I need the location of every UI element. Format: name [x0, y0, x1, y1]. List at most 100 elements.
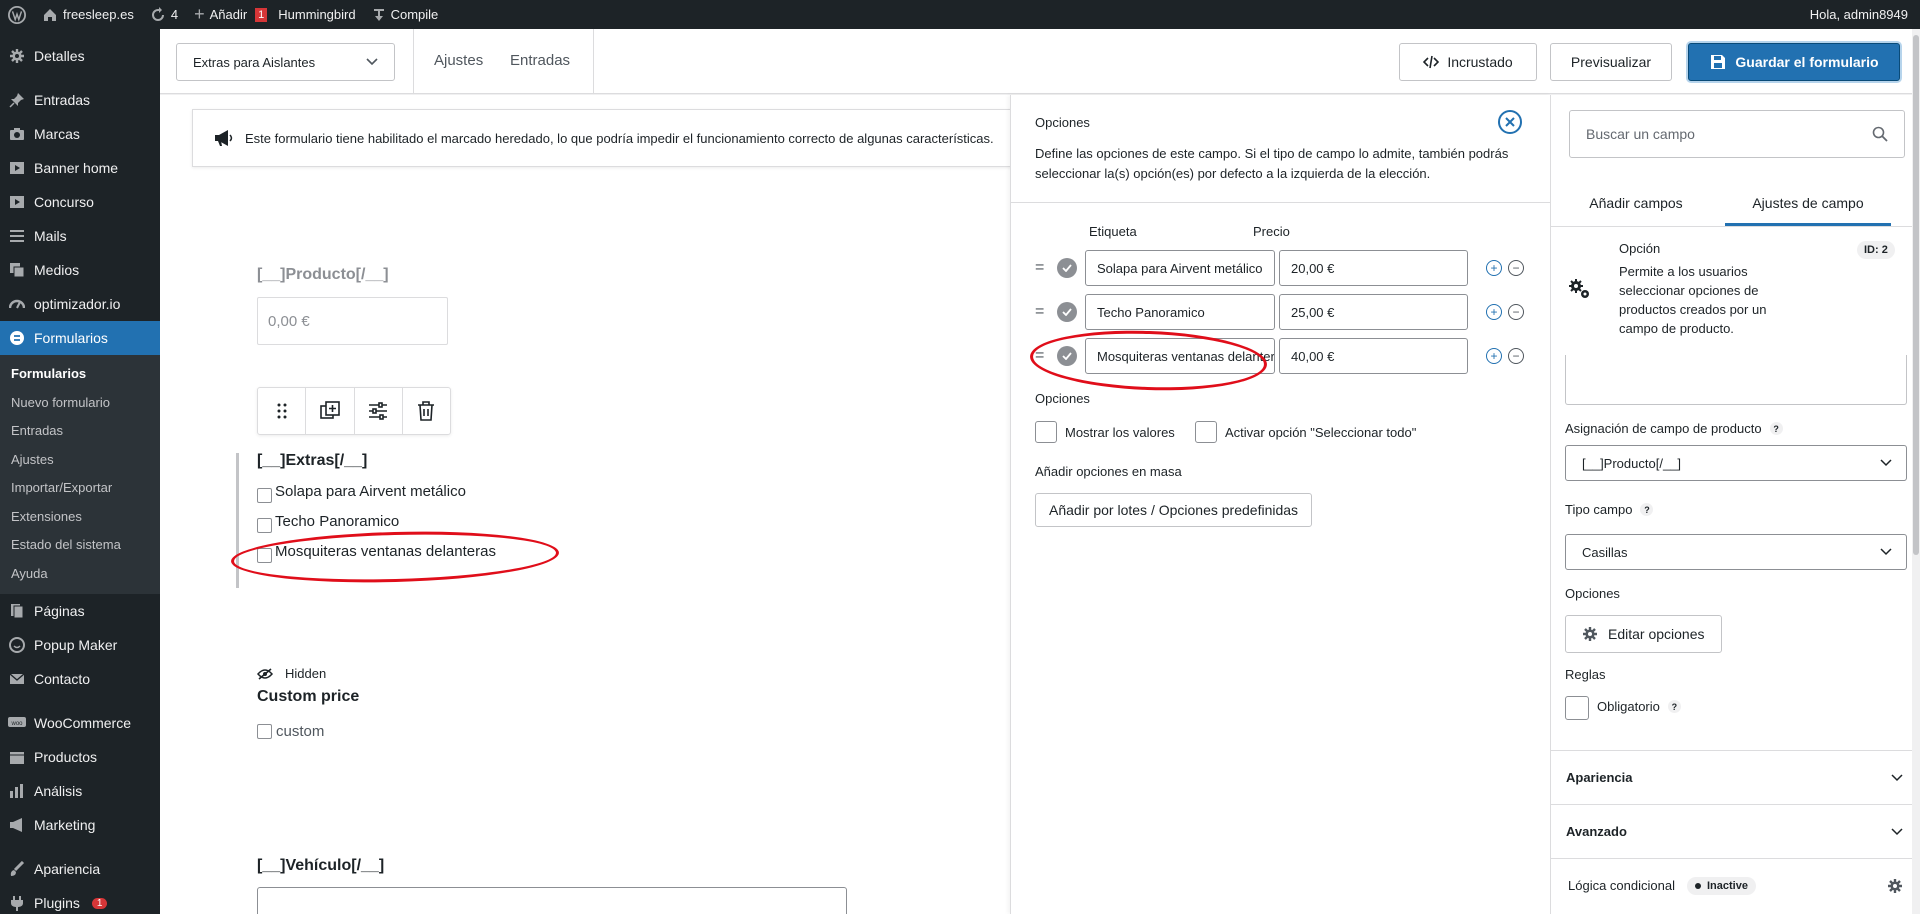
sidebar-item-optimizador-io[interactable]: optimizador.io: [0, 287, 160, 321]
submenu-item[interactable]: Ajustes: [0, 446, 160, 475]
extras-option-1[interactable]: Solapa para Airvent metálico: [257, 480, 466, 503]
sidebar-item-concurso[interactable]: Concurso: [0, 185, 160, 219]
appearance-accordion[interactable]: Apariencia: [1551, 750, 1920, 804]
show-values-label: Mostrar los valores: [1065, 424, 1175, 440]
submenu-item[interactable]: Estado del sistema: [0, 531, 160, 560]
close-button[interactable]: [1498, 110, 1522, 134]
advanced-accordion[interactable]: Avanzado: [1551, 804, 1920, 858]
option-price-input[interactable]: 25,00 €: [1279, 294, 1468, 330]
default-toggle[interactable]: [1057, 258, 1077, 278]
sidebar-item-label: Análisis: [34, 783, 83, 799]
sidebar-item-medios[interactable]: Medios: [0, 253, 160, 287]
checkbox[interactable]: [1035, 421, 1057, 443]
field-type-select[interactable]: Casillas: [1565, 534, 1907, 570]
submenu-item[interactable]: Importar/Exportar: [0, 474, 160, 503]
sidebar-item-entradas[interactable]: Entradas: [0, 83, 160, 117]
sidebar-item-contacto[interactable]: Contacto: [0, 662, 160, 696]
help-icon[interactable]: ?: [1667, 700, 1681, 713]
form-topbar: Extras para Aislantes Ajustes Entradas I…: [160, 29, 1920, 94]
compile-link[interactable]: Compile: [364, 0, 447, 29]
sidebar-item-plugins[interactable]: Plugins 1: [0, 886, 160, 914]
checkbox[interactable]: [257, 488, 272, 503]
eye-slash-icon: [257, 667, 273, 680]
help-icon[interactable]: ?: [1640, 503, 1654, 516]
notice-text: Este formulario tiene habilitado el marc…: [245, 130, 994, 146]
update-badge: 1: [91, 897, 108, 909]
sidebar-item-banner-home[interactable]: Banner home: [0, 151, 160, 185]
show-values-toggle[interactable]: Mostrar los valores: [1035, 421, 1175, 443]
edit-options-button[interactable]: Editar opciones: [1565, 615, 1722, 653]
save-form-button[interactable]: Guardar el formulario: [1688, 43, 1900, 81]
option-price-input[interactable]: 40,00 €: [1279, 338, 1468, 374]
product-price-input[interactable]: 0,00 €: [257, 297, 448, 345]
rules-label: Reglas: [1565, 667, 1606, 682]
site-link[interactable]: freesleep.es: [34, 0, 142, 29]
remove-option-icon[interactable]: −: [1508, 304, 1524, 320]
remove-option-icon[interactable]: −: [1508, 260, 1524, 276]
embed-button[interactable]: Incrustado: [1399, 43, 1537, 81]
tab-entries[interactable]: Entradas: [510, 52, 570, 69]
sidebar-item-mails[interactable]: Mails: [0, 219, 160, 253]
submenu-item[interactable]: Formularios: [0, 360, 160, 389]
select-all-toggle[interactable]: Activar opción "Seleccionar todo": [1195, 421, 1416, 443]
checkbox[interactable]: [257, 518, 272, 533]
sidebar-item-woocommerce[interactable]: woo WooCommerce: [0, 706, 160, 740]
sidebar-item-apariencia[interactable]: Apariencia: [0, 852, 160, 886]
updates-link[interactable]: 4: [142, 0, 186, 29]
tab-field-settings[interactable]: Ajustes de campo: [1725, 195, 1891, 226]
sidebar-item-marketing[interactable]: Marketing: [0, 808, 160, 842]
tab-add-fields[interactable]: Añadir campos: [1551, 195, 1721, 222]
search-field-input[interactable]: Buscar un campo: [1569, 110, 1905, 158]
extras-option-2[interactable]: Techo Panoramico: [257, 510, 399, 533]
sidebar-item-formularios[interactable]: Formularios: [0, 321, 160, 355]
hidden-label: Hidden: [285, 666, 327, 681]
drag-handle-icon[interactable]: =: [1035, 303, 1053, 321]
sidebar-item-an-lisis[interactable]: Análisis: [0, 774, 160, 808]
forms-icon: [8, 329, 26, 347]
drag-handle[interactable]: [258, 388, 307, 434]
submenu-item[interactable]: Entradas: [0, 417, 160, 446]
bulk-options-button[interactable]: Añadir por lotes / Opciones predefinidas: [1035, 493, 1313, 527]
sidebar-item-detalles[interactable]: Detalles: [0, 39, 160, 73]
account-link[interactable]: Hola, admin8949: [1802, 0, 1920, 29]
add-new-link[interactable]: + Añadir: [186, 0, 255, 29]
settings-button[interactable]: [355, 388, 403, 434]
field-toolbar: [257, 387, 451, 435]
default-toggle[interactable]: [1057, 302, 1077, 322]
option-price-input[interactable]: 20,00 €: [1279, 250, 1468, 286]
submenu-item[interactable]: Extensiones: [0, 503, 160, 532]
form-selector[interactable]: Extras para Aislantes: [176, 43, 395, 81]
product-field-select[interactable]: [__]Producto[/__]: [1565, 445, 1907, 481]
tab-settings[interactable]: Ajustes: [434, 52, 483, 69]
remove-option-icon[interactable]: −: [1508, 348, 1524, 364]
submenu-item[interactable]: Ayuda: [0, 560, 160, 589]
wp-logo[interactable]: [0, 0, 34, 29]
sidebar-item-popup-maker[interactable]: Popup Maker: [0, 628, 160, 662]
scrollbar-thumb[interactable]: [1913, 35, 1919, 555]
custom-option[interactable]: custom: [257, 723, 324, 740]
help-icon[interactable]: ?: [1769, 422, 1783, 435]
sidebar-item-p-ginas[interactable]: Páginas: [0, 594, 160, 628]
option-label-input[interactable]: Techo Panoramico: [1085, 294, 1275, 330]
add-option-icon[interactable]: +: [1486, 260, 1502, 276]
sidebar-item-marcas[interactable]: Marcas: [0, 117, 160, 151]
conditional-logic-row[interactable]: Lógica condicional Inactive: [1551, 858, 1920, 912]
checkbox[interactable]: [257, 724, 272, 739]
description-textarea[interactable]: [1565, 355, 1907, 405]
duplicate-button[interactable]: [306, 388, 355, 434]
required-checkbox[interactable]: [1565, 696, 1589, 720]
submenu-item[interactable]: Nuevo formulario: [0, 389, 160, 418]
delete-button[interactable]: [403, 388, 450, 434]
add-option-icon[interactable]: +: [1486, 348, 1502, 364]
sidebar-item-productos[interactable]: Productos: [0, 740, 160, 774]
status-text: Inactive: [1706, 879, 1748, 892]
preview-button[interactable]: Previsualizar: [1550, 43, 1672, 81]
add-option-icon[interactable]: +: [1486, 304, 1502, 320]
type-label: Tipo campo?: [1565, 502, 1654, 517]
option-label-input[interactable]: Solapa para Airvent metálico: [1085, 250, 1275, 286]
drag-handle-icon[interactable]: =: [1035, 259, 1053, 277]
vehicle-input[interactable]: [257, 887, 847, 914]
checkbox[interactable]: [1195, 421, 1217, 443]
hummingbird-link[interactable]: 1 Hummingbird: [255, 0, 363, 29]
scrollbar[interactable]: [1912, 29, 1920, 914]
